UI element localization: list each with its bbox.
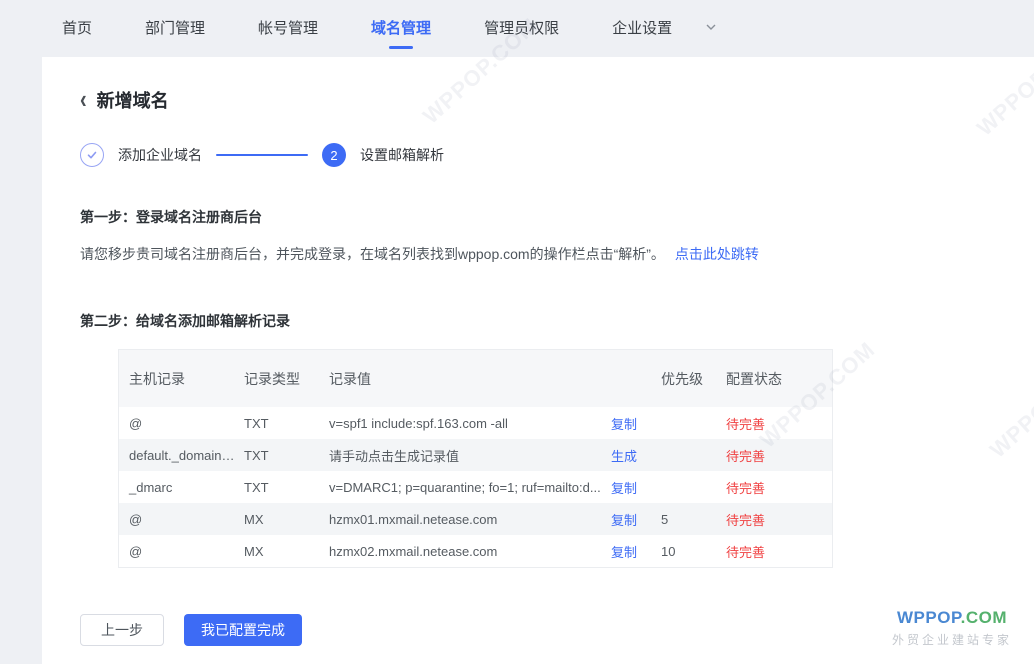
step-indicator: 添加企业域名 2 设置邮箱解析 [80, 143, 1034, 167]
table-header-row: 主机记录 记录类型 记录值 优先级 配置状态 [119, 350, 832, 407]
step2-number-badge: 2 [322, 143, 346, 167]
cell-host: @ [119, 544, 244, 559]
page-title: 新增域名 [97, 87, 169, 113]
back-arrow-icon[interactable]: ‹ [80, 87, 87, 113]
header-record-value: 记录值 [329, 369, 611, 389]
cell-type: MX [244, 512, 329, 527]
config-complete-button[interactable]: 我已配置完成 [184, 614, 302, 646]
nav-item-departments[interactable]: 部门管理 [145, 18, 205, 40]
cell-priority: 10 [661, 544, 726, 559]
cell-host: @ [119, 512, 244, 527]
status-badge: 待完善 [726, 542, 824, 561]
status-badge: 待完善 [726, 510, 824, 529]
chevron-down-icon[interactable] [705, 21, 717, 36]
step1-label: 添加企业域名 [118, 145, 202, 165]
status-badge: 待完善 [726, 446, 824, 465]
header-config-status: 配置状态 [726, 369, 824, 389]
table-row: @ MX hzmx02.mxmail.netease.com 复制 10 待完善 [119, 535, 832, 567]
status-badge: 待完善 [726, 414, 824, 433]
jump-link[interactable]: 点击此处跳转 [675, 246, 759, 262]
cell-value: v=spf1 include:spf.163.com -all [329, 416, 611, 431]
step-one-description-text: 请您移步贵司域名注册商后台，并完成登录，在域名列表找到wppop.com的操作栏… [80, 246, 665, 262]
step-two-heading: 第二步：给域名添加邮箱解析记录 [80, 311, 1034, 331]
generate-link[interactable]: 生成 [611, 449, 637, 464]
cell-type: MX [244, 544, 329, 559]
cell-host: _dmarc [119, 480, 244, 495]
brand-tagline: 外贸企业建站专家 [892, 631, 1012, 648]
brand-logo: WPPOP.COM 外贸企业建站专家 [892, 608, 1012, 648]
cell-value: v=DMARC1; p=quarantine; fo=1; ruf=mailto… [329, 480, 611, 495]
header-priority: 优先级 [661, 369, 726, 389]
step-connector-line [216, 154, 308, 156]
page-header: ‹ 新增域名 [80, 87, 1034, 113]
nav-item-home[interactable]: 首页 [62, 18, 92, 40]
nav-item-domains[interactable]: 域名管理 [371, 18, 431, 40]
step1-check-icon [80, 143, 104, 167]
cell-type: TXT [244, 480, 329, 495]
table-row: default._domainkey TXT 请手动点击生成记录值 生成 待完善 [119, 439, 832, 471]
footer-actions: 上一步 我已配置完成 [80, 614, 1034, 646]
cell-type: TXT [244, 416, 329, 431]
brand-name: WPPOP [897, 608, 961, 627]
nav-item-admin-permissions[interactable]: 管理员权限 [484, 18, 559, 40]
copy-link[interactable]: 复制 [611, 417, 637, 432]
cell-value: 请手动点击生成记录值 [329, 446, 611, 465]
brand-tld: .COM [961, 608, 1007, 627]
cell-priority: 5 [661, 512, 726, 527]
cell-type: TXT [244, 448, 329, 463]
step-one-heading: 第一步：登录域名注册商后台 [80, 207, 1034, 227]
step-one-description: 请您移步贵司域名注册商后台，并完成登录，在域名列表找到wppop.com的操作栏… [80, 244, 1034, 264]
header-host-record: 主机记录 [119, 369, 244, 389]
status-badge: 待完善 [726, 478, 824, 497]
table-row: _dmarc TXT v=DMARC1; p=quarantine; fo=1;… [119, 471, 832, 503]
nav-item-enterprise-settings[interactable]: 企业设置 [612, 18, 672, 40]
dns-records-table: 主机记录 记录类型 记录值 优先级 配置状态 @ TXT v=spf1 incl… [118, 349, 833, 568]
previous-step-button[interactable]: 上一步 [80, 614, 164, 646]
step2-label: 设置邮箱解析 [360, 145, 444, 165]
cell-value: hzmx02.mxmail.netease.com [329, 544, 611, 559]
cell-host: default._domainkey [119, 448, 244, 463]
main-panel: ‹ 新增域名 添加企业域名 2 设置邮箱解析 第一步：登录域名注册商后台 请您移… [42, 57, 1034, 664]
cell-host: @ [119, 416, 244, 431]
copy-link[interactable]: 复制 [611, 545, 637, 560]
header-record-type: 记录类型 [244, 369, 329, 389]
copy-link[interactable]: 复制 [611, 513, 637, 528]
table-row: @ MX hzmx01.mxmail.netease.com 复制 5 待完善 [119, 503, 832, 535]
cell-value: hzmx01.mxmail.netease.com [329, 512, 611, 527]
nav-item-accounts[interactable]: 帐号管理 [258, 18, 318, 40]
copy-link[interactable]: 复制 [611, 481, 637, 496]
top-nav: 首页 部门管理 帐号管理 域名管理 管理员权限 企业设置 [0, 0, 1034, 57]
table-row: @ TXT v=spf1 include:spf.163.com -all 复制… [119, 407, 832, 439]
